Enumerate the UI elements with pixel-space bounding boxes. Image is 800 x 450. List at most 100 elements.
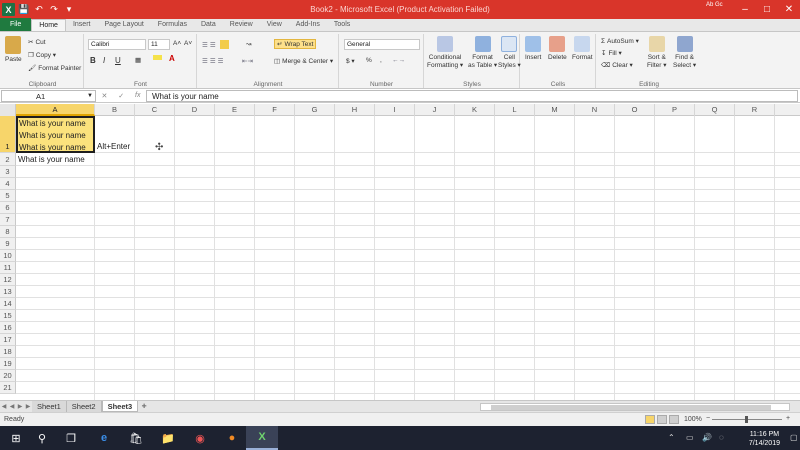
select-all-button[interactable]: [0, 104, 16, 116]
battery-icon[interactable]: ▭: [686, 433, 694, 442]
row-header[interactable]: 10: [0, 250, 16, 262]
row-header[interactable]: 7: [0, 214, 16, 226]
tab-view[interactable]: View: [260, 19, 289, 31]
column-header[interactable]: P: [655, 104, 695, 116]
spreadsheet-grid[interactable]: ABCDEFGHIJKLMNOPQR 1 2 3 4 5 6 7 8 9 10 11 12 13 14 15…: [0, 104, 800, 400]
delete-button[interactable]: Delete: [548, 36, 567, 61]
autosum-button[interactable]: Σ AutoSum ▾: [601, 37, 639, 46]
font-name-dropdown[interactable]: Calibri: [88, 39, 146, 50]
undo-icon[interactable]: ↶: [33, 4, 45, 16]
page-layout-view-icon[interactable]: [657, 415, 667, 424]
close-button[interactable]: ✕: [778, 0, 800, 19]
file-explorer-icon[interactable]: 📁: [152, 426, 184, 450]
cancel-icon[interactable]: ✕: [101, 92, 107, 100]
font-size-dropdown[interactable]: 11: [148, 39, 170, 50]
zoom-in-button[interactable]: +: [786, 415, 790, 422]
column-header[interactable]: Q: [695, 104, 735, 116]
account-area[interactable]: Ab Gc: [706, 2, 730, 18]
copy-button[interactable]: ❐ Copy ▾: [28, 51, 56, 59]
first-sheet-icon[interactable]: ◀: [0, 403, 8, 410]
last-sheet-icon[interactable]: ▶: [24, 403, 32, 410]
column-header[interactable]: M: [535, 104, 575, 116]
indent-icons[interactable]: ⇤⇥: [242, 57, 253, 65]
column-header[interactable]: G: [295, 104, 335, 116]
volume-icon[interactable]: 🔊: [702, 433, 712, 442]
minimize-button[interactable]: –: [734, 0, 756, 19]
format-as-table-button[interactable]: Format as Table ▾: [468, 36, 497, 69]
tab-tools[interactable]: Tools: [327, 19, 357, 31]
percent-button[interactable]: %: [366, 57, 372, 64]
row-header[interactable]: 14: [0, 298, 16, 310]
customize-toolbar-icon[interactable]: ▾: [63, 4, 75, 16]
tab-data[interactable]: Data: [194, 19, 223, 31]
formula-input[interactable]: What is your name: [146, 89, 798, 102]
horizontal-scrollbar[interactable]: [480, 403, 790, 411]
wrap-text-button[interactable]: ↵ Wrap Text: [274, 39, 317, 49]
sheet-tab[interactable]: Sheet1: [32, 401, 67, 412]
row-header[interactable]: 19: [0, 358, 16, 370]
italic-button[interactable]: I: [103, 56, 105, 65]
tab-home[interactable]: Home: [31, 19, 66, 31]
column-header[interactable]: N: [575, 104, 615, 116]
notifications-icon[interactable]: ▢: [790, 433, 798, 442]
enter-icon[interactable]: ✓: [118, 92, 124, 100]
row-header[interactable]: 1: [0, 116, 16, 153]
currency-button[interactable]: $ ▾: [346, 57, 355, 65]
row-header[interactable]: 6: [0, 202, 16, 214]
insert-button[interactable]: Insert: [525, 36, 541, 61]
store-icon[interactable]: 🛍: [120, 426, 152, 450]
shrink-font-button[interactable]: A˅: [184, 40, 192, 47]
tab-page-layout[interactable]: Page Layout: [97, 19, 150, 31]
format-button[interactable]: Format: [572, 36, 593, 61]
column-header[interactable]: B: [95, 104, 135, 116]
cut-button[interactable]: ✂ Cut: [28, 38, 46, 47]
firefox-icon[interactable]: ●: [216, 426, 248, 450]
sheet-tab-active[interactable]: Sheet3: [101, 401, 139, 412]
zoom-slider-handle[interactable]: [745, 416, 748, 423]
column-header[interactable]: L: [495, 104, 535, 116]
task-view-icon[interactable]: ❐: [55, 426, 87, 450]
column-header[interactable]: I: [375, 104, 415, 116]
zoom-out-button[interactable]: −: [706, 415, 710, 422]
new-sheet-icon[interactable]: ✚: [138, 403, 150, 410]
save-icon[interactable]: 💾: [18, 4, 30, 16]
page-break-view-icon[interactable]: [669, 415, 679, 424]
zoom-level[interactable]: 100%: [684, 416, 702, 423]
name-box-dropdown-icon[interactable]: ▼: [87, 91, 93, 102]
grow-font-button[interactable]: A˄: [173, 40, 181, 47]
row-header[interactable]: 4: [0, 178, 16, 190]
row-header[interactable]: 11: [0, 262, 16, 274]
cell-a1[interactable]: What is your name What is your name What…: [16, 116, 95, 153]
find-select-button[interactable]: Find & Select ▾: [673, 36, 696, 69]
sheet-tab[interactable]: Sheet2: [66, 401, 102, 412]
column-header[interactable]: H: [335, 104, 375, 116]
merge-center-button[interactable]: ◫ Merge & Center ▾: [274, 57, 333, 65]
borders-icon[interactable]: ▦: [135, 56, 141, 64]
vertical-align-icons[interactable]: ☰☰: [202, 40, 229, 49]
search-icon[interactable]: ⚲: [26, 426, 58, 450]
row-header[interactable]: 21: [0, 382, 16, 394]
sort-filter-button[interactable]: Sort & Filter ▾: [647, 36, 667, 69]
column-header[interactable]: C: [135, 104, 175, 116]
tab-review[interactable]: Review: [223, 19, 260, 31]
tab-file[interactable]: File: [0, 18, 32, 31]
row-header[interactable]: 16: [0, 322, 16, 334]
edge-icon[interactable]: e: [88, 426, 120, 450]
column-header[interactable]: J: [415, 104, 455, 116]
chrome-icon[interactable]: ◉: [184, 426, 216, 450]
cell-a2[interactable]: What is your name: [18, 155, 85, 164]
insert-function-icon[interactable]: fx: [135, 92, 140, 100]
tray-chevron-icon[interactable]: ⌃: [668, 433, 675, 442]
conditional-formatting-button[interactable]: Conditional Formatting ▾: [427, 36, 463, 69]
cell-styles-button[interactable]: Cell Styles ▾: [498, 36, 521, 69]
bold-button[interactable]: B: [90, 56, 96, 65]
horizontal-align-icons[interactable]: ☰☰☰: [202, 57, 225, 65]
row-header[interactable]: 2: [0, 153, 16, 166]
underline-button[interactable]: U: [115, 56, 121, 65]
next-sheet-icon[interactable]: ▶: [16, 403, 24, 410]
excel-taskbar-icon[interactable]: X: [246, 426, 278, 450]
row-header[interactable]: 13: [0, 286, 16, 298]
redo-icon[interactable]: ↷: [48, 4, 60, 16]
tab-formulas[interactable]: Formulas: [151, 19, 194, 31]
decimal-icons[interactable]: ←→: [392, 57, 405, 64]
